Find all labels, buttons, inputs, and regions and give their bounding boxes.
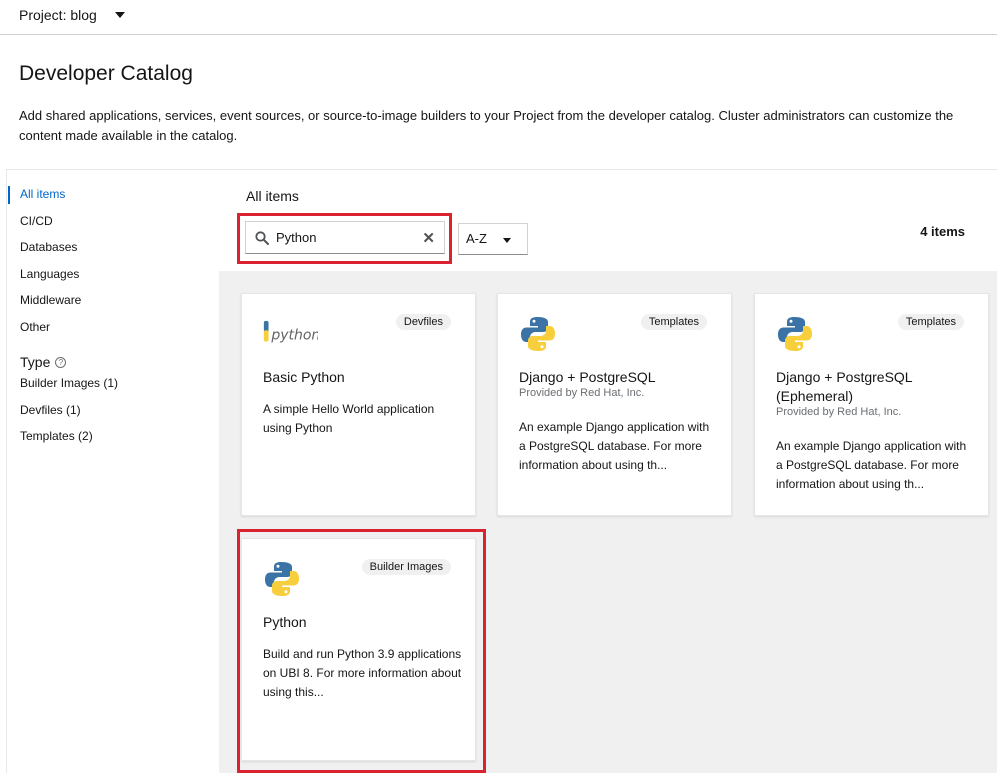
python-wordmark-icon: python: [263, 320, 318, 344]
catalog-tile-django-postgresql-ephemeral[interactable]: Templates Django + PostgreSQL (Ephemeral…: [754, 293, 989, 516]
python-logo-icon: [778, 317, 812, 351]
sidebar-item-all-items[interactable]: All items: [20, 187, 65, 201]
items-heading: All items: [246, 188, 299, 204]
card-title: Basic Python: [263, 369, 345, 385]
catalog-sidebar: All items CI/CD Databases Languages Midd…: [7, 170, 219, 773]
page-title: Developer Catalog: [19, 62, 193, 85]
sidebar-item-languages[interactable]: Languages: [20, 267, 79, 281]
type-filter-heading: Type ?: [20, 354, 67, 370]
sidebar-item-other[interactable]: Other: [20, 320, 50, 334]
project-label: Project: blog: [19, 7, 97, 23]
card-description: An example Django application with a Pos…: [776, 439, 967, 491]
type-filter-builder-images[interactable]: Builder Images (1): [20, 376, 118, 390]
type-badge: Devfiles: [395, 314, 451, 330]
sidebar-item-ci-cd[interactable]: CI/CD: [20, 214, 53, 228]
caret-down-icon: [503, 238, 511, 243]
active-indicator: [8, 186, 10, 204]
python-logo-icon: [521, 317, 555, 351]
catalog-tile-django-postgresql[interactable]: Templates Django + PostgreSQL Provided b…: [497, 293, 732, 516]
top-bar: Project: blog: [0, 0, 997, 35]
card-description: A simple Hello World application using P…: [263, 402, 435, 435]
card-provider: Provided by Red Hat, Inc.: [776, 406, 902, 418]
python-tile-highlight-box: [237, 529, 486, 773]
card-description: An example Django application with a Pos…: [519, 420, 710, 472]
sidebar-item-databases[interactable]: Databases: [20, 240, 77, 254]
type-filter-devfiles[interactable]: Devfiles (1): [20, 403, 81, 417]
caret-down-icon: [114, 12, 125, 18]
project-selector[interactable]: Project: blog: [19, 7, 125, 23]
sidebar-item-middleware[interactable]: Middleware: [20, 293, 81, 307]
sort-selected-value: A-Z: [466, 231, 487, 246]
svg-text:python: python: [270, 328, 318, 344]
item-count: 4 items: [920, 224, 965, 239]
search-highlight-box: [237, 213, 452, 264]
card-provider: Provided by Red Hat, Inc.: [519, 387, 645, 399]
catalog-panel: All items CI/CD Databases Languages Midd…: [6, 169, 997, 773]
card-title: Django + PostgreSQL (Ephemeral): [776, 369, 913, 404]
sort-select[interactable]: A-Z: [458, 223, 528, 255]
card-title: Django + PostgreSQL: [519, 369, 656, 385]
page-description: Add shared applications, services, event…: [19, 108, 954, 143]
catalog-tile-basic-python[interactable]: python Devfiles Basic Python A simple He…: [241, 293, 476, 516]
type-badge: Templates: [640, 314, 707, 330]
help-icon[interactable]: ?: [55, 356, 67, 368]
type-heading-label: Type: [20, 354, 51, 370]
type-filter-templates[interactable]: Templates (2): [20, 429, 93, 443]
type-badge: Templates: [897, 314, 964, 330]
